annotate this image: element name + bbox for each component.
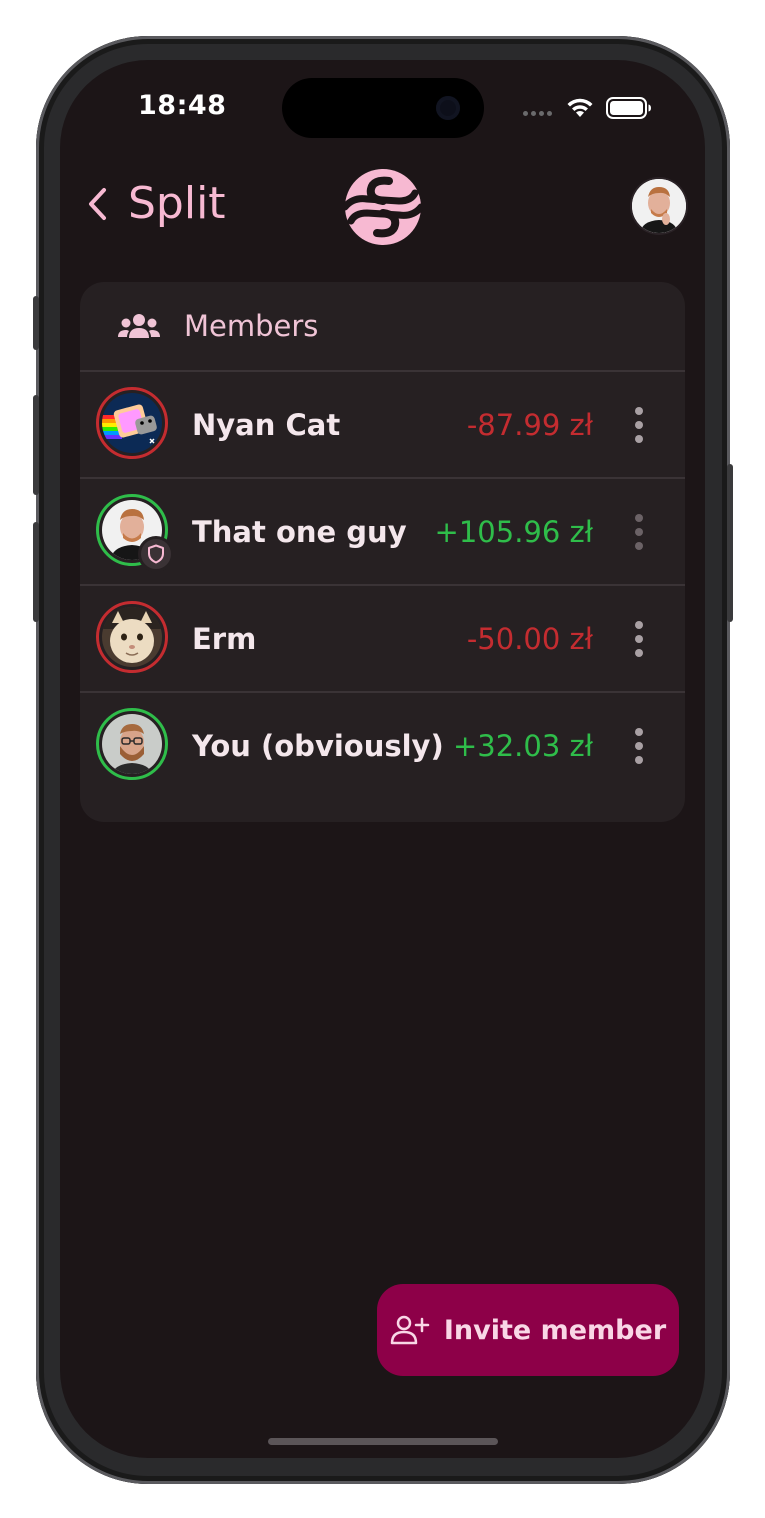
more-vertical-icon[interactable] (629, 406, 649, 443)
app-screen: 18:48 Split Members Nyan Cat -87.99 zł T… (60, 60, 705, 1458)
invite-member-button[interactable]: Invite member (377, 1284, 679, 1376)
member-name: Erm (192, 621, 257, 656)
invite-member-label: Invite member (443, 1314, 667, 1346)
user-plus-icon (390, 1315, 430, 1345)
back-button[interactable]: Split (84, 178, 226, 229)
power-button (727, 464, 733, 622)
dynamic-island (282, 78, 484, 138)
members-card-header: Members (80, 282, 685, 372)
status-time: 18:48 (138, 90, 227, 121)
profile-avatar[interactable] (632, 179, 686, 233)
member-balance: +105.96 zł (434, 514, 593, 549)
battery-icon (606, 97, 651, 119)
member-avatar (96, 708, 168, 780)
members-card: Members Nyan Cat -87.99 zł That one guy … (80, 282, 685, 822)
shield-icon (148, 544, 164, 564)
users-icon (118, 314, 160, 338)
member-avatar (96, 387, 168, 459)
admin-badge (138, 536, 174, 572)
member-balance: +32.03 zł (452, 728, 593, 763)
volume-up-button (33, 395, 39, 495)
member-row[interactable]: You (obviously) +32.03 zł (80, 693, 685, 798)
avatar-image (102, 393, 162, 453)
member-name: That one guy (192, 514, 407, 549)
avatar-image (102, 607, 162, 667)
member-row[interactable]: Nyan Cat -87.99 zł (80, 372, 685, 479)
signal-icon (523, 111, 552, 116)
member-name: Nyan Cat (192, 407, 341, 442)
volume-down-button (33, 522, 39, 622)
profile-photo (632, 179, 686, 233)
members-title: Members (184, 309, 319, 343)
front-camera (436, 96, 460, 120)
more-vertical-icon[interactable] (629, 513, 649, 550)
member-name: You (obviously) (192, 728, 444, 763)
chevron-left-icon (89, 187, 106, 220)
app-logo-icon (343, 169, 423, 245)
wifi-icon (567, 98, 593, 117)
more-vertical-icon[interactable] (629, 727, 649, 764)
member-balance: -50.00 zł (466, 621, 593, 656)
home-indicator[interactable] (268, 1438, 498, 1445)
member-balance: -87.99 zł (466, 407, 593, 442)
member-row[interactable]: That one guy +105.96 zł (80, 479, 685, 586)
member-avatar (96, 494, 174, 572)
member-row[interactable]: Erm -50.00 zł (80, 586, 685, 693)
member-avatar (96, 601, 168, 673)
back-label: Split (128, 178, 226, 229)
more-vertical-icon[interactable] (629, 620, 649, 657)
avatar-image (102, 714, 162, 774)
action-button (33, 296, 39, 350)
